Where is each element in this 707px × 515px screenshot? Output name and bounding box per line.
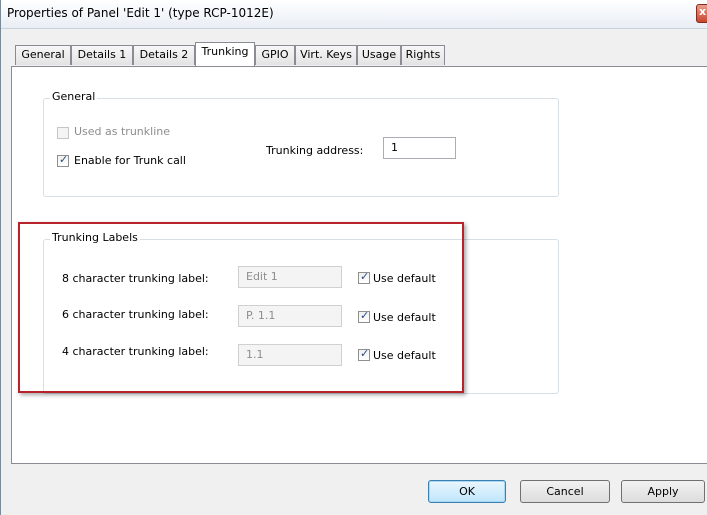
- label-4char-use-default-label: Use default: [373, 349, 436, 362]
- enable-trunk-call-checkbox[interactable]: [57, 153, 69, 167]
- label-4char-input[interactable]: 1.1: [238, 344, 342, 366]
- cancel-button[interactable]: Cancel: [520, 480, 610, 503]
- tab-gpio[interactable]: GPIO: [255, 45, 295, 65]
- label-8char-caption: 8 character trunking label:: [62, 272, 209, 285]
- used-as-trunkline-label: Used as trunkline: [74, 125, 170, 138]
- ok-button[interactable]: OK: [428, 480, 506, 503]
- label-6char-use-default-label: Use default: [373, 311, 436, 324]
- tab-general[interactable]: General: [15, 45, 71, 65]
- enable-trunk-call-label: Enable for Trunk call: [74, 154, 186, 167]
- label-6char-use-default-checkbox[interactable]: [358, 309, 370, 323]
- tab-details-2[interactable]: Details 2: [133, 45, 195, 65]
- used-as-trunkline-checkbox[interactable]: [57, 127, 69, 139]
- trunking-tab-panel: General Used as trunkline Enable for Tru…: [11, 66, 707, 464]
- label-8char-use-default-checkbox[interactable]: [358, 270, 370, 284]
- window-title: Properties of Panel 'Edit 1' (type RCP-1…: [7, 6, 274, 20]
- label-6char-input[interactable]: P. 1.1: [238, 305, 342, 327]
- title-bar[interactable]: Properties of Panel 'Edit 1' (type RCP-1…: [1, 0, 707, 29]
- trunking-address-label: Trunking address:: [266, 144, 364, 157]
- label-6char-caption: 6 character trunking label:: [62, 308, 209, 321]
- apply-button[interactable]: Apply: [621, 480, 705, 503]
- label-8char-input[interactable]: Edit 1: [238, 266, 342, 288]
- tab-details-1[interactable]: Details 1: [71, 45, 133, 65]
- tab-usage[interactable]: Usage: [357, 45, 401, 65]
- tab-trunking[interactable]: Trunking: [195, 42, 255, 66]
- tab-rights[interactable]: Rights: [401, 45, 445, 65]
- trunking-labels-legend: Trunking Labels: [50, 231, 140, 244]
- close-icon: x: [699, 5, 707, 18]
- tab-virt-keys[interactable]: Virt. Keys: [295, 45, 357, 65]
- trunking-address-input[interactable]: 1: [383, 137, 456, 159]
- close-button[interactable]: x: [696, 4, 707, 23]
- label-8char-use-default-label: Use default: [373, 272, 436, 285]
- general-group-legend: General: [50, 90, 98, 103]
- label-4char-use-default-checkbox[interactable]: [358, 347, 370, 361]
- label-4char-caption: 4 character trunking label:: [62, 345, 209, 358]
- properties-dialog: Properties of Panel 'Edit 1' (type RCP-1…: [0, 0, 707, 515]
